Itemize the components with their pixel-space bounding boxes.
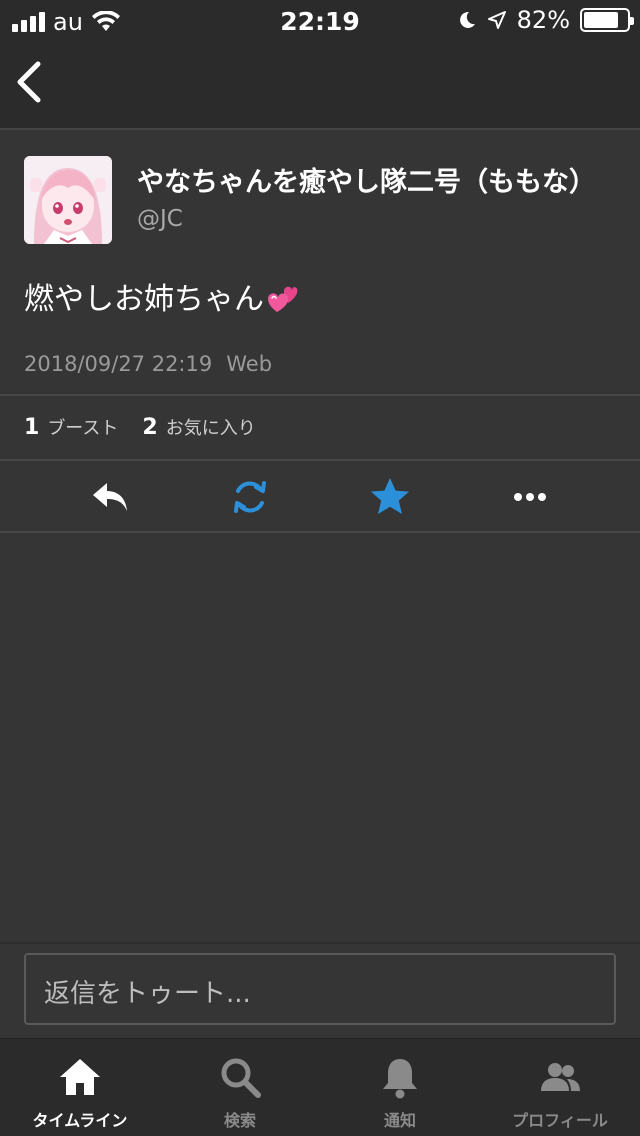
tab-timeline[interactable]: タイムライン bbox=[0, 1039, 160, 1136]
more-icon bbox=[514, 493, 546, 501]
chevron-left-icon bbox=[17, 61, 41, 103]
boost-count[interactable]: 1 ブースト bbox=[24, 414, 118, 440]
tab-notifications[interactable]: 通知 bbox=[320, 1039, 480, 1136]
toot-application: Web bbox=[226, 352, 273, 376]
location-icon bbox=[487, 11, 506, 29]
status-right: 82% bbox=[457, 6, 634, 34]
tab-label: 検索 bbox=[223, 1111, 256, 1130]
nav-bar bbox=[0, 40, 640, 130]
display-name[interactable]: やなちゃんを癒やし隊二号（ももな） bbox=[137, 160, 627, 199]
toot-date[interactable]: 2018/09/27 22:19 bbox=[24, 352, 212, 376]
revolving-hearts-icon bbox=[268, 286, 298, 312]
reply-icon bbox=[93, 483, 127, 511]
battery-percent: 82% bbox=[516, 6, 570, 34]
search-icon bbox=[221, 1058, 261, 1098]
favourite-count-label: お気に入り bbox=[165, 418, 256, 439]
toot-counts: 1 ブースト 2 お気に入り bbox=[24, 414, 280, 440]
boost-button[interactable] bbox=[228, 475, 272, 519]
reply-input[interactable]: 返信をトゥート... bbox=[24, 953, 616, 1025]
moon-icon bbox=[459, 11, 475, 28]
divider bbox=[0, 531, 640, 533]
favourite-button[interactable] bbox=[368, 475, 412, 519]
tab-bar: タイムライン 検索 通知 プロフィール bbox=[0, 1038, 640, 1136]
tab-label: 通知 bbox=[383, 1111, 416, 1130]
back-button[interactable] bbox=[12, 60, 52, 110]
tab-label: プロフィール bbox=[512, 1111, 608, 1130]
action-bar bbox=[0, 461, 640, 531]
tab-label: タイムライン bbox=[32, 1111, 128, 1130]
home-icon bbox=[60, 1059, 100, 1095]
boost-count-value: 1 bbox=[24, 415, 40, 440]
toot-text: 燃やしお姉ちゃん bbox=[24, 282, 264, 317]
avatar[interactable] bbox=[24, 156, 112, 244]
battery-icon bbox=[580, 8, 634, 32]
boost-count-label: ブースト bbox=[47, 418, 119, 439]
boost-icon bbox=[234, 481, 266, 513]
toot-meta: 2018/09/27 22:19 Web bbox=[24, 352, 272, 376]
favourite-count[interactable]: 2 お気に入り bbox=[142, 414, 255, 440]
avatar-image bbox=[24, 156, 112, 244]
account-handle[interactable]: @JC bbox=[137, 206, 183, 232]
more-button[interactable] bbox=[508, 475, 552, 519]
reply-button[interactable] bbox=[88, 475, 132, 519]
toot-content: 燃やしお姉ちゃん bbox=[24, 274, 298, 318]
profile-icon bbox=[541, 1063, 580, 1091]
bell-icon bbox=[383, 1059, 417, 1099]
divider bbox=[0, 394, 640, 396]
tab-profile[interactable]: プロフィール bbox=[480, 1039, 640, 1136]
status-bar: au 22:19 82% bbox=[0, 0, 640, 40]
battery-fill bbox=[584, 12, 619, 28]
favourite-count-value: 2 bbox=[142, 415, 158, 440]
star-icon bbox=[371, 478, 409, 514]
tab-search[interactable]: 検索 bbox=[160, 1039, 320, 1136]
